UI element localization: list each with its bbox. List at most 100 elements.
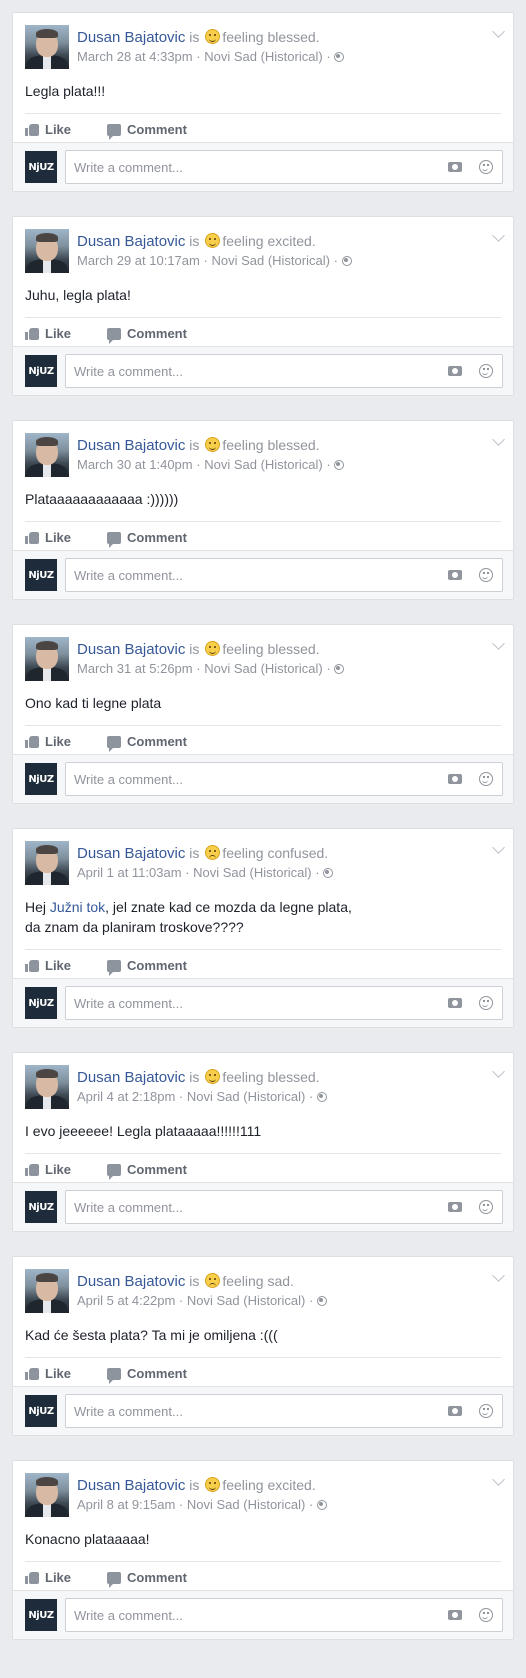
comment-input-box[interactable] (65, 150, 503, 184)
comment-input[interactable] (72, 363, 376, 380)
camera-icon[interactable] (448, 366, 462, 376)
feeling-text[interactable]: feeling blessed. (222, 641, 319, 657)
author-name-link[interactable]: Dusan Bajatovic (77, 1273, 185, 1290)
comment-input[interactable] (72, 1607, 376, 1624)
feeling-text[interactable]: feeling excited. (222, 1477, 315, 1493)
like-button[interactable]: Like (25, 1366, 71, 1381)
post-timestamp-link[interactable]: March 29 at 10:17am (77, 253, 200, 268)
page-avatar[interactable]: NjUZ (25, 987, 57, 1019)
author-avatar[interactable] (25, 637, 69, 681)
location-link[interactable]: Novi Sad (Historical) (193, 865, 311, 880)
post-timestamp-link[interactable]: March 31 at 5:26pm (77, 661, 193, 676)
globe-icon[interactable] (316, 1092, 327, 1102)
globe-icon[interactable] (334, 460, 345, 470)
comment-input[interactable] (72, 159, 376, 176)
camera-icon[interactable] (448, 1610, 462, 1620)
post-timestamp-link[interactable]: March 28 at 4:33pm (77, 49, 193, 64)
comment-input[interactable] (72, 1199, 376, 1216)
comment-button[interactable]: Comment (107, 958, 187, 976)
globe-icon[interactable] (334, 52, 345, 62)
feeling-text[interactable]: feeling blessed. (222, 29, 319, 45)
post-timestamp-link[interactable]: April 8 at 9:15am (77, 1497, 175, 1512)
author-avatar[interactable] (25, 433, 69, 477)
feeling-text[interactable]: feeling sad. (222, 1273, 294, 1289)
smiley-icon[interactable] (479, 996, 493, 1010)
globe-icon[interactable] (334, 664, 345, 674)
post-timestamp-link[interactable]: March 30 at 1:40pm (77, 457, 193, 472)
comment-input[interactable] (72, 567, 376, 584)
like-button[interactable]: Like (25, 958, 71, 973)
comment-button[interactable]: Comment (107, 1162, 187, 1180)
comment-button[interactable]: Comment (107, 530, 187, 548)
globe-icon[interactable] (341, 256, 352, 266)
author-name-link[interactable]: Dusan Bajatovic (77, 641, 185, 658)
comment-button[interactable]: Comment (107, 326, 187, 344)
comment-input[interactable] (72, 1403, 376, 1420)
author-name-link[interactable]: Dusan Bajatovic (77, 845, 185, 862)
author-name-link[interactable]: Dusan Bajatovic (77, 437, 185, 454)
author-avatar[interactable] (25, 1065, 69, 1109)
like-button[interactable]: Like (25, 122, 71, 137)
chevron-down-icon[interactable] (492, 841, 505, 854)
chevron-down-icon[interactable] (492, 1269, 505, 1282)
comment-input-box[interactable] (65, 986, 503, 1020)
globe-icon[interactable] (316, 1500, 327, 1510)
chevron-down-icon[interactable] (492, 637, 505, 650)
location-link[interactable]: Novi Sad (Historical) (187, 1089, 305, 1104)
author-avatar[interactable] (25, 1269, 69, 1313)
author-name-link[interactable]: Dusan Bajatovic (77, 1069, 185, 1086)
author-avatar[interactable] (25, 25, 69, 69)
comment-button[interactable]: Comment (107, 1366, 187, 1384)
location-link[interactable]: Novi Sad (Historical) (204, 661, 322, 676)
comment-button[interactable]: Comment (107, 1570, 187, 1588)
smiley-icon[interactable] (479, 772, 493, 786)
chevron-down-icon[interactable] (492, 433, 505, 446)
camera-icon[interactable] (448, 774, 462, 784)
author-name-link[interactable]: Dusan Bajatovic (77, 233, 185, 250)
author-avatar[interactable] (25, 1473, 69, 1517)
smiley-icon[interactable] (479, 1200, 493, 1214)
comment-input-box[interactable] (65, 354, 503, 388)
comment-input-box[interactable] (65, 1394, 503, 1428)
like-button[interactable]: Like (25, 530, 71, 545)
location-link[interactable]: Novi Sad (Historical) (187, 1497, 305, 1512)
chevron-down-icon[interactable] (492, 25, 505, 38)
like-button[interactable]: Like (25, 1162, 71, 1177)
post-timestamp-link[interactable]: April 1 at 11:03am (77, 865, 182, 880)
comment-input-box[interactable] (65, 558, 503, 592)
like-button[interactable]: Like (25, 734, 71, 749)
smiley-icon[interactable] (479, 364, 493, 378)
globe-icon[interactable] (316, 1296, 327, 1306)
page-avatar[interactable]: NjUZ (25, 1191, 57, 1223)
like-button[interactable]: Like (25, 326, 71, 341)
feeling-text[interactable]: feeling blessed. (222, 437, 319, 453)
smiley-icon[interactable] (479, 568, 493, 582)
camera-icon[interactable] (448, 570, 462, 580)
feeling-text[interactable]: feeling confused. (222, 845, 328, 861)
post-timestamp-link[interactable]: April 5 at 4:22pm (77, 1293, 175, 1308)
comment-input[interactable] (72, 771, 376, 788)
location-link[interactable]: Novi Sad (Historical) (187, 1293, 305, 1308)
author-name-link[interactable]: Dusan Bajatovic (77, 1477, 185, 1494)
comment-input-box[interactable] (65, 1190, 503, 1224)
page-avatar[interactable]: NjUZ (25, 151, 57, 183)
comment-button[interactable]: Comment (107, 734, 187, 752)
comment-input-box[interactable] (65, 1598, 503, 1632)
camera-icon[interactable] (448, 1406, 462, 1416)
location-link[interactable]: Novi Sad (Historical) (204, 49, 322, 64)
post-timestamp-link[interactable]: April 4 at 2:18pm (77, 1089, 175, 1104)
author-avatar[interactable] (25, 841, 69, 885)
smiley-icon[interactable] (479, 1404, 493, 1418)
page-avatar[interactable]: NjUZ (25, 1599, 57, 1631)
mention-link[interactable]: Južni tok (50, 899, 105, 915)
comment-button[interactable]: Comment (107, 122, 187, 140)
comment-input-box[interactable] (65, 762, 503, 796)
camera-icon[interactable] (448, 998, 462, 1008)
location-link[interactable]: Novi Sad (Historical) (204, 457, 322, 472)
smiley-icon[interactable] (479, 1608, 493, 1622)
page-avatar[interactable]: NjUZ (25, 559, 57, 591)
feeling-text[interactable]: feeling excited. (222, 233, 315, 249)
smiley-icon[interactable] (479, 160, 493, 174)
chevron-down-icon[interactable] (492, 1473, 505, 1486)
feeling-text[interactable]: feeling blessed. (222, 1069, 319, 1085)
